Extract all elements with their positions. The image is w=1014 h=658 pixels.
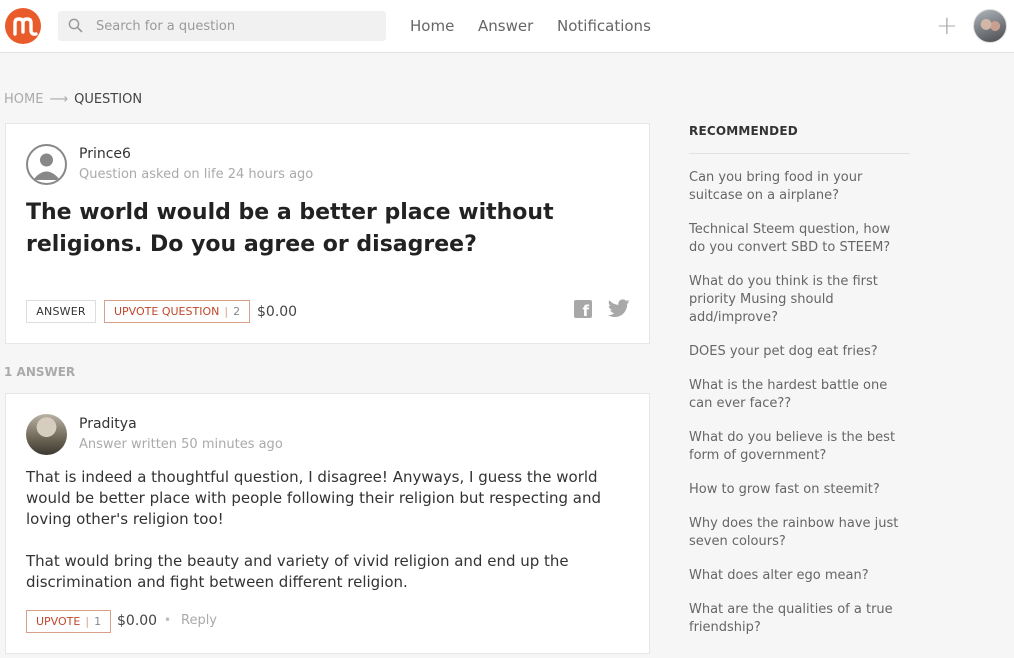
nav-notifications[interactable]: Notifications: [557, 17, 651, 35]
divider: [689, 153, 910, 154]
breadcrumb-current: QUESTION: [74, 92, 143, 107]
recommended-heading: RECOMMENDED: [689, 124, 798, 138]
answer-author[interactable]: Praditya: [79, 416, 137, 432]
recommended-item[interactable]: What are the qualities of a true friends…: [689, 601, 909, 637]
answer-payout: $0.00: [117, 613, 158, 629]
recommended-item[interactable]: What does alter ego mean?: [689, 567, 909, 585]
arrow-right-icon: ⟶: [49, 92, 69, 107]
answer-paragraph: That would bring the beauty and variety …: [26, 552, 569, 591]
facebook-share-icon[interactable]: f: [574, 300, 592, 319]
recommended-item[interactable]: What do you believe is the best form of …: [689, 429, 909, 465]
upvote-answer-count: 1: [94, 615, 102, 628]
nav-home[interactable]: Home: [410, 17, 454, 35]
default-user-icon[interactable]: [26, 144, 67, 185]
upvote-question-button[interactable]: UPVOTE QUESTION | 2: [104, 300, 251, 323]
upvote-question-label: UPVOTE QUESTION: [114, 305, 220, 318]
answer-count-label: 1 ANSWER: [4, 365, 76, 379]
breadcrumb: HOME ⟶ QUESTION: [4, 92, 142, 107]
upvote-answer-label: UPVOTE: [36, 615, 81, 628]
upvote-question-count: 2: [233, 305, 241, 318]
answer-meta: Answer written 50 minutes ago: [79, 437, 283, 452]
question-author[interactable]: Prince6: [79, 146, 131, 162]
recommended-item[interactable]: Why does the rainbow have just seven col…: [689, 515, 909, 551]
reply-link[interactable]: Reply: [181, 613, 217, 628]
recommended-item[interactable]: Technical Steem question, how do you con…: [689, 221, 909, 257]
add-question-button[interactable]: +: [936, 13, 958, 39]
question-card: Prince6 Question asked on life 24 hours …: [5, 123, 650, 344]
breadcrumb-home[interactable]: HOME: [4, 92, 43, 107]
search-input[interactable]: [96, 17, 376, 35]
recommended-item[interactable]: Can you bring food in your suitcase on a…: [689, 169, 909, 205]
recommended-item[interactable]: How to grow fast on steemit?: [689, 481, 909, 499]
question-title: The world would be a better place withou…: [26, 200, 554, 257]
question-meta: Question asked on life 24 hours ago: [79, 167, 314, 182]
musing-logo-icon[interactable]: [5, 8, 41, 44]
answer-author-avatar[interactable]: [26, 414, 67, 455]
answer-button[interactable]: ANSWER: [26, 300, 96, 323]
upvote-answer-button[interactable]: UPVOTE | 1: [26, 610, 112, 633]
twitter-share-icon[interactable]: [608, 299, 630, 318]
recommended-item[interactable]: What is the hardest battle one can ever …: [689, 377, 909, 413]
recommended-item[interactable]: DOES your pet dog eat fries?: [689, 343, 909, 361]
search-bar[interactable]: [58, 11, 386, 41]
separator-dot: •: [164, 613, 172, 627]
question-payout: $0.00: [257, 304, 298, 320]
user-avatar[interactable]: [973, 9, 1007, 43]
answer-card: Praditya Answer written 50 minutes ago T…: [5, 393, 650, 654]
top-navbar: Home Answer Notifications +: [0, 0, 1014, 53]
nav-answer[interactable]: Answer: [478, 17, 533, 35]
answer-paragraph: That is indeed a thoughtful question, I …: [26, 468, 602, 528]
recommended-item[interactable]: What do you think is the first priority …: [689, 273, 909, 327]
search-icon: [68, 18, 83, 33]
answer-body: That is indeed a thoughtful question, I …: [26, 467, 636, 614]
